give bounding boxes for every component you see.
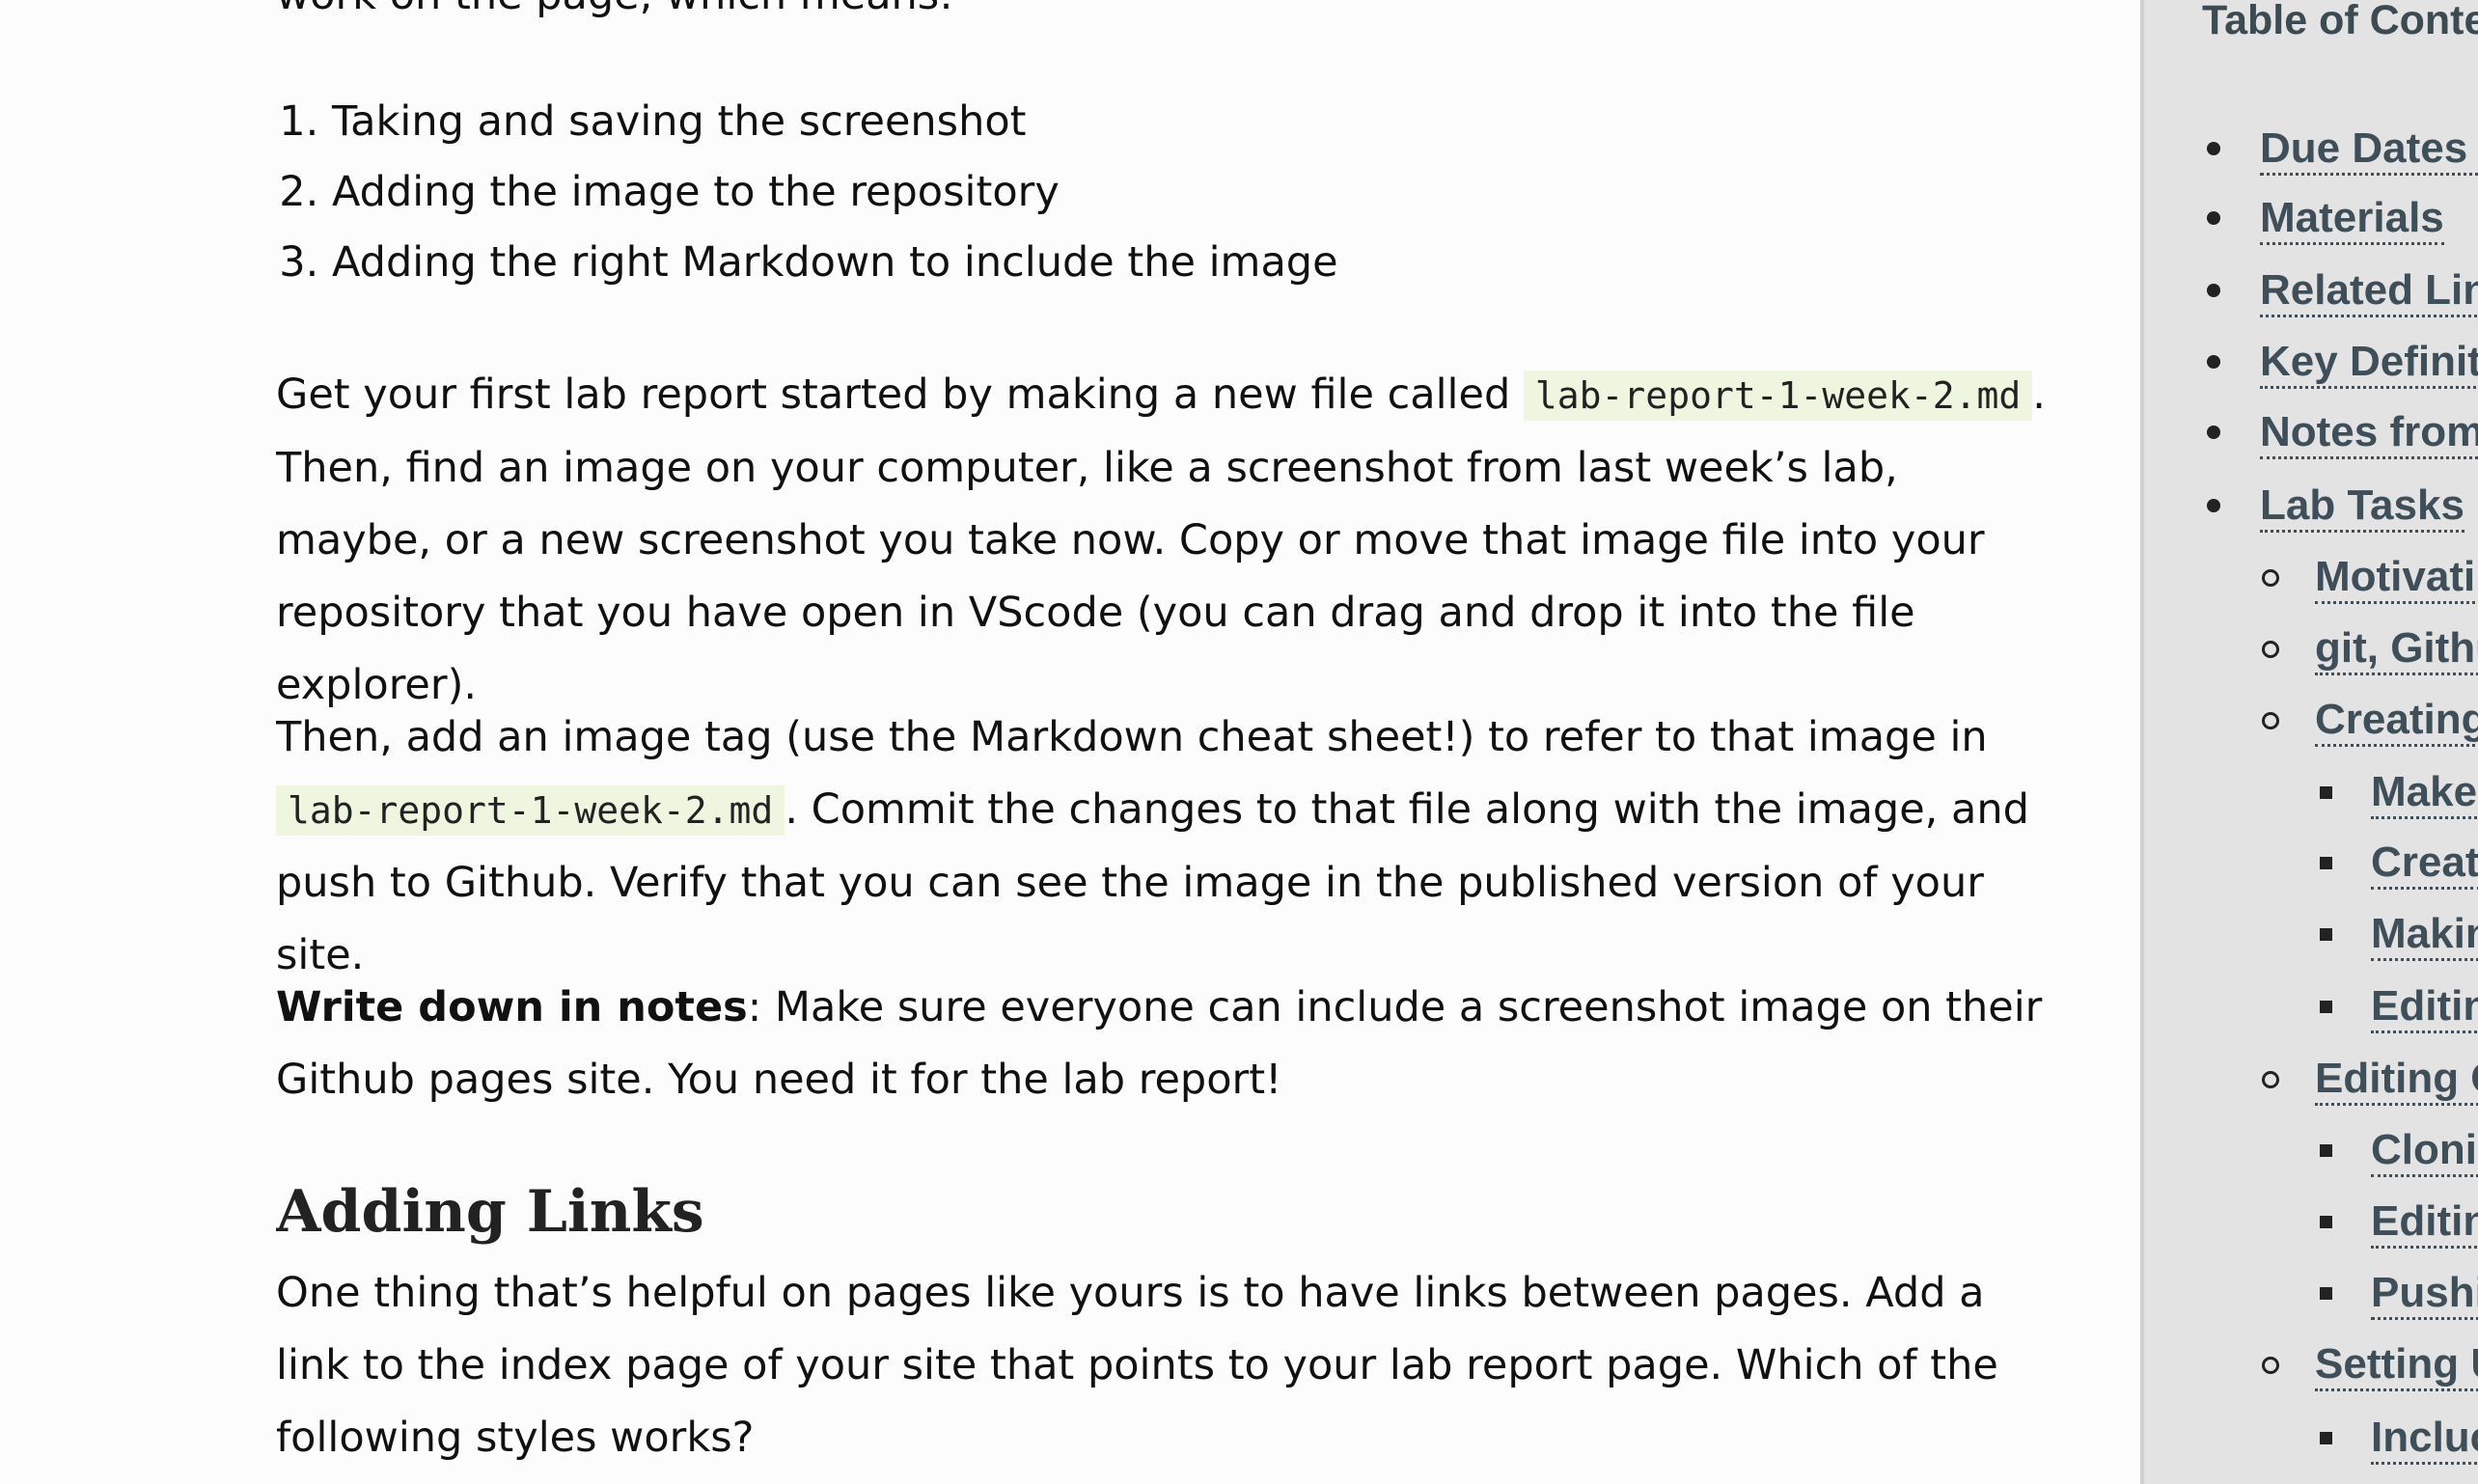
square-bullet-icon [2320,1287,2332,1300]
toc-item-making[interactable]: Makin [2320,907,2478,961]
paragraph-text: . Then, find an image on your computer, … [276,371,2046,709]
toc-sidebar: Table of Conte Due Dates a Materials Rel… [2140,0,2478,1484]
toc-link[interactable]: Incluc [2371,1414,2478,1465]
toc-item-notes-from[interactable]: Notes from [2207,405,2478,459]
toc-item-make[interactable]: Make [2320,765,2478,819]
list-item: Adding the image to the repository [332,157,1338,228]
toc-link[interactable]: Key Definit [2260,338,2478,389]
toc-link[interactable]: Related Lin [2260,266,2478,317]
circle-bullet-icon [2262,569,2279,587]
circle-bullet-icon [2262,1357,2279,1374]
toc-link[interactable]: Clonin [2371,1126,2478,1177]
filename-code: lab-report-1-week-2.md [276,785,785,836]
square-bullet-icon [2320,1144,2332,1157]
list-item: Adding the right Markdown to include the… [332,228,1338,298]
toc-item-editing[interactable]: Editin [2320,979,2478,1033]
toc-item-lab-tasks[interactable]: Lab Tasks [2207,479,2464,533]
circle-bullet-icon [2262,1071,2279,1088]
square-bullet-icon [2320,928,2332,941]
toc-item-key-definitions[interactable]: Key Definit [2207,335,2478,389]
toc-item-including[interactable]: Incluc [2320,1411,2478,1465]
toc-link[interactable]: Makin [2371,910,2478,961]
square-bullet-icon [2320,857,2332,869]
bold-label: Write down in notes [276,983,748,1031]
bullet-icon [2207,211,2220,225]
circle-bullet-icon [2262,712,2279,729]
toc-item-pushing[interactable]: Pushi [2320,1266,2478,1320]
paragraph-new-file: Get your first lab report started by mak… [276,359,2051,722]
toc-item-related-links[interactable]: Related Lin [2207,263,2478,317]
filename-code: lab-report-1-week-2.md [1523,371,2033,421]
toc-link[interactable]: Motivati [2315,553,2476,604]
toc-link[interactable]: Notes from [2260,408,2478,459]
toc-item-editing-c[interactable]: Editing C [2262,1052,2478,1106]
square-bullet-icon [2320,1432,2332,1444]
bullet-icon [2207,284,2220,297]
toc-link[interactable]: Creat [2371,838,2478,890]
main-content: work on the page, which means: Taking an… [276,0,2061,1484]
steps-list: Taking and saving the screenshot Adding … [276,87,1338,298]
toc-link[interactable]: Due Dates a [2260,124,2478,176]
paragraph-text: Get your first lab report started by mak… [276,371,1524,419]
toc-item-motivation[interactable]: Motivati [2262,550,2476,604]
toc-item-create[interactable]: Creat [2320,836,2478,890]
bullet-icon [2207,426,2220,439]
paragraph-text: Then, add an image tag (use the Markdown… [276,713,1988,761]
square-bullet-icon [2320,786,2332,799]
toc-link[interactable]: Editin [2371,1197,2478,1249]
toc-item-editing-2[interactable]: Editin [2320,1195,2478,1249]
section-heading: Adding Links [276,1178,704,1246]
paragraph-links: One thing that’s helpful on pages like y… [276,1269,1998,1462]
toc-item-git-github[interactable]: git, Githu [2262,621,2478,675]
toc-link[interactable]: Pushi [2371,1269,2478,1320]
toc-link[interactable]: Make [2371,768,2478,819]
list-item: Taking and saving the screenshot [332,87,1338,157]
bullet-icon [2207,142,2220,155]
toc-item-cloning[interactable]: Clonin [2320,1123,2478,1177]
toc-link[interactable]: git, Githu [2315,624,2478,675]
toc-item-due-dates[interactable]: Due Dates a [2207,122,2478,176]
toc-link[interactable]: Creating [2315,696,2478,747]
square-bullet-icon [2320,1216,2332,1228]
toc-link[interactable]: Materials [2260,194,2444,245]
toc-item-creating[interactable]: Creating [2262,693,2478,747]
circle-bullet-icon [2262,641,2279,658]
toc-link[interactable]: Editin [2371,982,2478,1033]
paragraph-image-tag: Then, add an image tag (use the Markdown… [276,701,2051,992]
toc-item-materials[interactable]: Materials [2207,191,2444,245]
square-bullet-icon [2320,1001,2332,1013]
bullet-icon [2207,355,2220,369]
toc-link[interactable]: Lab Tasks [2260,481,2464,533]
toc-item-setting-up[interactable]: Setting U [2262,1337,2478,1391]
toc-link[interactable]: Editing C [2315,1055,2478,1106]
toc-title: Table of Conte [2202,0,2478,43]
bullet-icon [2207,499,2220,512]
paragraph-notes: Write down in notes: Make sure everyone … [276,972,2051,1116]
partial-paragraph: work on the page, which means: [276,0,953,32]
toc-link[interactable]: Setting U [2315,1340,2478,1391]
